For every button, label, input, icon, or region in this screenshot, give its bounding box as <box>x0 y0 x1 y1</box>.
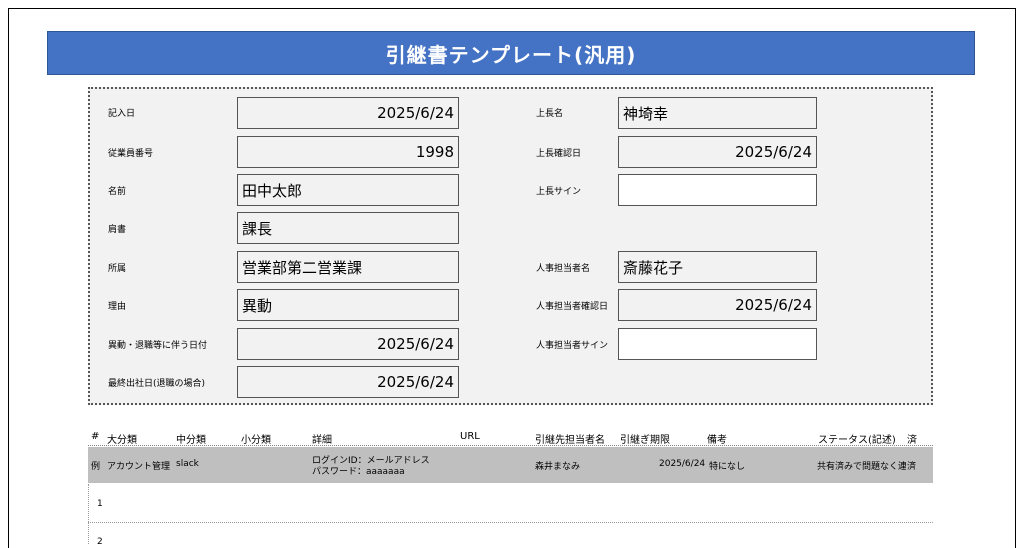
row-divider <box>88 522 933 523</box>
label-department: 所属 <box>108 264 127 274</box>
department-field[interactable]: 営業部第二営業課 <box>237 251 459 283</box>
col-header-note: 備考 <box>707 435 727 446</box>
col-header-middle: 中分類 <box>176 435 206 446</box>
last-day-field[interactable]: 2025/6/24 <box>237 366 459 398</box>
col-header-done: 済 <box>907 435 917 446</box>
example-detail-line2: パスワード：aaaaaaa <box>312 467 405 477</box>
example-middle: slack <box>176 459 199 469</box>
label-boss-sign: 上長サイン <box>536 187 582 197</box>
col-header-detail: 詳細 <box>312 435 332 446</box>
boss-sign-field[interactable] <box>618 174 817 206</box>
reason-field[interactable]: 異動 <box>237 289 459 321</box>
table-row-example[interactable] <box>88 447 933 483</box>
row-number-1: 1 <box>97 499 103 509</box>
col-header-url: URL <box>460 431 480 442</box>
label-boss-name: 上長名 <box>536 109 564 119</box>
label-hr-confirm-date: 人事担当者確認日 <box>536 302 609 312</box>
position-field[interactable]: 課長 <box>237 212 459 244</box>
label-position: 肩書 <box>108 225 127 235</box>
col-header-deadline: 引継ぎ期限 <box>620 435 670 446</box>
boss-confirm-date-field[interactable]: 2025/6/24 <box>618 136 817 168</box>
label-employee-no: 従業員番号 <box>108 149 154 159</box>
col-header-major: 大分類 <box>107 435 137 446</box>
example-done: 済 <box>907 462 917 472</box>
label-hr-name: 人事担当者名 <box>536 264 591 274</box>
label-name: 名前 <box>108 187 127 197</box>
example-major: アカウント管理 <box>107 462 171 472</box>
hr-confirm-date-field[interactable]: 2025/6/24 <box>618 289 817 321</box>
label-reason: 理由 <box>108 302 127 312</box>
example-assignee: 森井まなみ <box>535 462 581 472</box>
name-field[interactable]: 田中太郎 <box>237 174 459 206</box>
header-divider <box>88 445 933 446</box>
hr-name-field[interactable]: 斎藤花子 <box>618 251 817 283</box>
col-header-minor: 小分類 <box>241 435 271 446</box>
label-last-day: 最終出社日(退職の場合) <box>108 379 206 389</box>
label-hr-sign: 人事担当者サイン <box>536 341 609 351</box>
col-header-status: ステータス(記述) <box>818 435 896 446</box>
row-number-2: 2 <box>97 537 103 547</box>
transfer-date-field[interactable]: 2025/6/24 <box>237 328 459 360</box>
label-transfer-date: 異動・退職等に伴う日付 <box>108 341 208 351</box>
boss-name-field[interactable]: 神埼幸 <box>618 97 817 129</box>
col-header-num: # <box>91 431 100 442</box>
hr-sign-field[interactable] <box>618 328 817 360</box>
label-boss-confirm-date: 上長確認日 <box>536 149 582 159</box>
page-title: 引継書テンプレート(汎用) <box>47 31 975 75</box>
example-num: 例 <box>91 462 101 472</box>
example-note: 特になし <box>709 462 746 472</box>
entry-date-field[interactable]: 2025/6/24 <box>237 97 459 129</box>
example-deadline: 2025/6/24 <box>659 459 706 469</box>
example-status: 共有済みで問題なく連 <box>817 462 906 472</box>
col-header-assignee: 引継先担当者名 <box>535 435 605 446</box>
label-entry-date: 記入日 <box>108 109 136 119</box>
row-left-border <box>88 484 89 544</box>
employee-no-field[interactable]: 1998 <box>237 136 459 168</box>
